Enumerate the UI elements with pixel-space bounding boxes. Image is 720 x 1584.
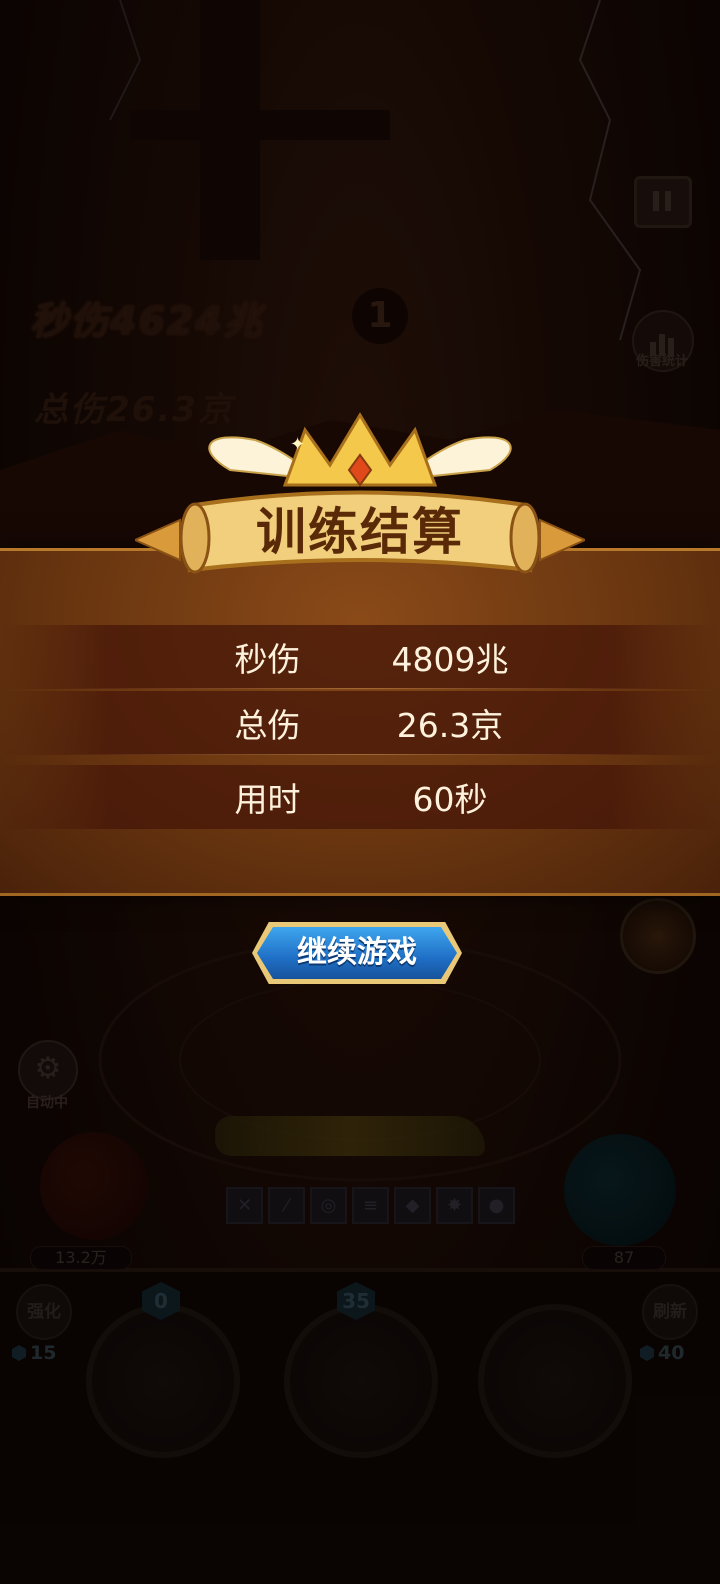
result-row: 用时 60秒 (0, 765, 720, 829)
row-divider (60, 688, 660, 689)
result-label: 秒伤 (234, 640, 301, 679)
result-label: 总伤 (234, 706, 301, 745)
result-value: 4809兆 (391, 640, 509, 679)
continue-game-button[interactable]: 继续游戏 (252, 922, 462, 984)
row-divider (60, 754, 660, 755)
modal-title: 训练结算 (256, 503, 464, 561)
result-row: 秒伤 4809兆 (0, 625, 720, 689)
result-panel: 秒伤 4809兆 总伤 26.3京 用时 60秒 (0, 548, 720, 896)
result-label: 用时 (234, 780, 301, 819)
continue-game-label: 继续游戏 (257, 927, 457, 979)
result-value: 60秒 (412, 780, 488, 819)
result-row: 总伤 26.3京 (0, 691, 720, 755)
result-value: 26.3京 (396, 706, 504, 745)
svg-text:✦: ✦ (290, 434, 305, 455)
